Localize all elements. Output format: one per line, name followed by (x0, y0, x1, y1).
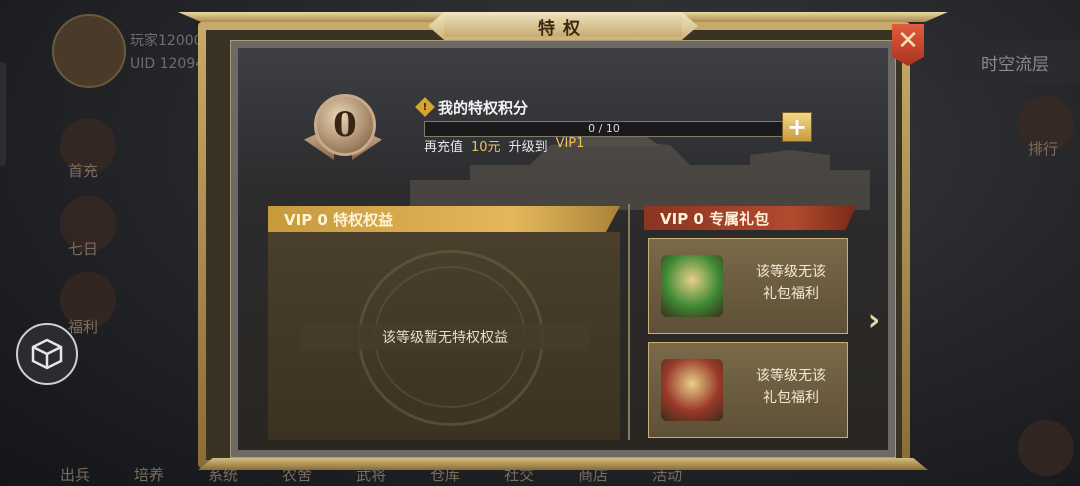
gift-chest-green-icon (661, 255, 723, 317)
points-progress-text: 0 / 10 (588, 122, 620, 135)
uid-label: UID (130, 56, 156, 72)
cube-icon (31, 338, 63, 370)
more-menu-icon[interactable] (1018, 420, 1074, 476)
recharge-mid: 升级到 (508, 140, 548, 155)
points-progress-bar: 0 / 10 (424, 121, 784, 137)
dialog-title: 特权 (538, 18, 588, 39)
points-header: ! 我的特权积分 (415, 96, 529, 118)
gift-text-line2: 礼包福利 (763, 390, 819, 406)
menu-rank[interactable]: 排行 (1028, 138, 1058, 159)
vip-level-number: 0 (333, 105, 357, 145)
menu-welfare[interactable]: 福利 (68, 316, 98, 337)
recharge-prefix: 再充值 (424, 140, 464, 155)
bottom-menu-item[interactable]: 培养 (134, 464, 164, 485)
cube-menu-button[interactable] (16, 323, 78, 385)
recharge-target: VIP1 (555, 136, 585, 151)
left-edge-handle (0, 62, 6, 166)
player-avatar[interactable] (52, 14, 126, 88)
time-space-banner[interactable]: 时空流层 (950, 40, 1080, 84)
section-divider (628, 204, 630, 440)
gift-text-line2: 礼包福利 (763, 286, 819, 302)
next-page-arrow-icon[interactable]: › (860, 303, 888, 338)
dialog-title-plate: 特权 (428, 12, 698, 40)
bottom-menu-item[interactable]: 出兵 (60, 464, 90, 485)
gift-card-text: 该等级无该 礼包福利 (745, 365, 837, 409)
vip-level-badge: 0 (300, 90, 386, 172)
no-privileges-text: 该等级暂无特权权益 (300, 324, 590, 350)
add-points-button[interactable]: + (782, 112, 812, 142)
menu-seven-day[interactable]: 七日 (68, 238, 98, 259)
close-x-icon: ✕ (897, 26, 919, 56)
gift-card-2[interactable]: 该等级无该 礼包福利 (648, 342, 848, 438)
gift-text-line1: 该等级无该 (756, 368, 826, 384)
gift-card-text: 该等级无该 礼包福利 (745, 261, 837, 305)
info-diamond-icon[interactable]: ! (415, 97, 435, 117)
gift-card-1[interactable]: 该等级无该 礼包福利 (648, 238, 848, 334)
dialog-bottom-bar (198, 458, 928, 470)
player-name: 玩家12000 (130, 33, 203, 49)
menu-first-recharge[interactable]: 首充 (68, 160, 98, 181)
gift-chest-red-icon (661, 359, 723, 421)
privileges-header: VIP 0 特权权益 (268, 206, 620, 232)
recharge-hint: 再充值 10元 升级到 VIP1 (424, 136, 585, 155)
recharge-amount: 10元 (471, 140, 501, 155)
points-label: 我的特权积分 (438, 98, 529, 117)
gift-text-line1: 该等级无该 (756, 264, 826, 280)
gifts-header: VIP 0 专属礼包 (644, 206, 856, 230)
